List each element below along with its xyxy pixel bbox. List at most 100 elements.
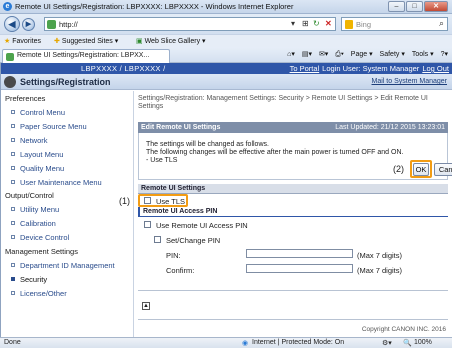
sidebar-item-control-menu[interactable]: Control Menu [11,108,65,117]
safety-menu[interactable]: Safety ▾ [380,51,405,58]
maximize-button[interactable]: □ [406,1,423,12]
to-portal-link[interactable]: To Portal [290,64,320,73]
callout-1-label: (1) [119,196,130,206]
remote-ui-settings-section: Remote UI Settings [138,184,448,194]
search-box[interactable]: Bing ⌕ [341,17,448,31]
mail-to-manager-link[interactable]: Mail to System Manager [372,78,447,85]
sidebar-item-user-maintenance[interactable]: User Maintenance Menu [11,178,102,187]
page-content: LBPXXXX / LBPXXXX / To Portal Login User:… [0,63,452,337]
confirm-max-hint: (Max 7 digits) [357,266,403,275]
callout-2-label: (2) [393,164,404,174]
copyright: Copyright CANON INC. 2016 [361,326,446,333]
main-content: Settings/Registration: Management Settin… [119,91,452,337]
print-icon[interactable]: ⎙▾ [335,51,344,58]
confirm-message-2: The following changes will be effective … [146,149,404,156]
feeds-icon[interactable]: ▤▾ [302,51,312,58]
use-tls-checkbox[interactable] [144,197,151,204]
star-icon: ★ [4,38,11,45]
sidebar-item-device-control[interactable]: Device Control [11,233,69,242]
sidebar: Preferences Control Menu Paper Source Me… [1,91,134,337]
web-slice-gallery-label: Web Slice Gallery ▾ [144,38,206,45]
mail-icon[interactable]: ✉▾ [319,51,328,58]
site-favicon-icon [47,20,56,29]
confirm-pin-input[interactable] [246,264,353,273]
zoom-icon[interactable]: 🔍 [403,339,412,347]
address-dropdown-icon[interactable]: ▾ [291,19,295,28]
use-access-pin-label: Use Remote UI Access PIN [156,221,248,230]
sidebar-item-department-id[interactable]: Department ID Management [11,261,115,270]
suggested-sites-label: Suggested Sites ▾ [61,38,119,45]
suggested-sites-link[interactable]: ✚ Suggested Sites ▾ [54,37,118,45]
command-bar: ⌂▾ ▤▾ ✉▾ ⎙▾ Page ▾ Safety ▾ Tools ▾ ?▾ [282,50,448,59]
sidebar-group-management: Management Settings [5,247,78,256]
device-header: LBPXXXX / LBPXXXX / To Portal Login User:… [1,63,452,74]
sidebar-item-network[interactable]: Network [11,136,48,145]
last-updated: Last Updated: 21/12 2015 13:23:01 [335,124,445,131]
access-pin-heading: Remote UI Access PIN [143,208,218,215]
use-access-pin-checkbox[interactable] [144,221,151,228]
address-toolbar: ◀ ▶ http:// ▾ ⊞ ↻ ✕ Bing ⌕ [0,14,452,34]
tab-bar: Remote UI Settings/Registration: LBPXX..… [0,47,452,63]
back-to-top-icon[interactable]: ▲ [142,302,150,310]
sidebar-group-preferences: Preferences [5,94,46,103]
set-change-pin-label: Set/Change PIN [166,236,221,245]
browser-tab[interactable]: Remote UI Settings/Registration: LBPXX..… [2,49,170,63]
sidebar-item-paper-source[interactable]: Paper Source Menu [11,122,87,131]
close-window-button[interactable]: ✕ [424,1,448,12]
sidebar-item-quality-menu[interactable]: Quality Menu [11,164,64,173]
page-menu[interactable]: Page ▾ [351,51,373,58]
forward-button[interactable]: ▶ [22,18,35,31]
search-placeholder: Bing [356,20,372,29]
favorites-button[interactable]: ★ Favorites [4,37,41,45]
tab-favicon-icon [6,53,14,61]
zoom-level[interactable]: 100% [414,339,432,346]
sidebar-item-license-other[interactable]: License/Other [11,289,67,298]
sidebar-item-security[interactable]: Security [11,275,47,284]
confirm-message-1: The settings will be changed as follows. [146,141,269,148]
address-bar[interactable]: http:// ▾ ⊞ ↻ ✕ [44,17,336,31]
use-tls-label: Use TLS [156,197,186,206]
home-icon[interactable]: ⌂▾ [287,51,295,58]
pin-input[interactable] [246,249,353,258]
compat-view-icon[interactable]: ⊞ [302,19,309,28]
security-zone-text[interactable]: Internet | Protected Mode: On [252,339,344,346]
footer-divider [138,319,448,320]
edit-panel-header: Edit Remote UI Settings Last Updated: 21… [138,122,448,133]
back-button[interactable]: ◀ [4,16,20,32]
minimize-button[interactable]: – [388,1,405,12]
remote-ui-settings-heading: Remote UI Settings [141,185,206,192]
header-links: To Portal Login User: System Manager Log O… [290,64,449,73]
confirm-message-3: - Use TLS [146,157,178,164]
settings-gear-icon [4,76,16,88]
tab-label: Remote UI Settings/Registration: LBPXX..… [17,52,150,59]
set-change-pin-checkbox[interactable] [154,236,161,243]
sidebar-group-output-control: Output/Control [5,191,54,200]
breadcrumb: Settings/Registration: Management Settin… [138,95,428,110]
help-menu[interactable]: ?▾ [441,51,448,58]
internet-zone-icon: ◉ [242,340,249,347]
web-slice-gallery-link[interactable]: ▣ Web Slice Gallery ▾ [136,37,206,45]
status-text: Done [4,339,21,346]
sidebar-item-calibration[interactable]: Calibration [11,219,56,228]
window-titlebar: e Remote UI Settings/Registration: LBPXX… [0,0,452,14]
confirm-label: Confirm: [166,266,195,275]
sidebar-item-layout-menu[interactable]: Layout Menu [11,150,63,159]
refresh-icon[interactable]: ↻ [313,19,320,28]
page-title: Settings/Registration [20,77,111,87]
logout-link[interactable]: Log Out [422,64,449,73]
sidebar-item-utility-menu[interactable]: Utility Menu [11,205,59,214]
tools-menu[interactable]: Tools ▾ [412,51,434,58]
bing-icon [345,20,353,29]
stop-icon[interactable]: ✕ [325,19,332,28]
address-url: http:// [59,20,78,29]
add-favorite-icon: ✚ [54,38,60,45]
favorites-label: Favorites [12,38,42,45]
cancel-button[interactable]: Cancel [434,163,452,176]
title-header: Settings/Registration Mail to System Man… [1,74,452,90]
ok-button[interactable]: OK [413,163,429,176]
protected-mode-icon[interactable]: ⚙▾ [382,339,392,347]
pin-max-hint: (Max 7 digits) [357,251,403,260]
window-title: Remote UI Settings/Registration: LBPXXXX… [15,2,294,11]
search-icon[interactable]: ⌕ [439,18,444,29]
status-bar: Done ◉ Internet | Protected Mode: On ⚙▾ … [0,337,452,348]
